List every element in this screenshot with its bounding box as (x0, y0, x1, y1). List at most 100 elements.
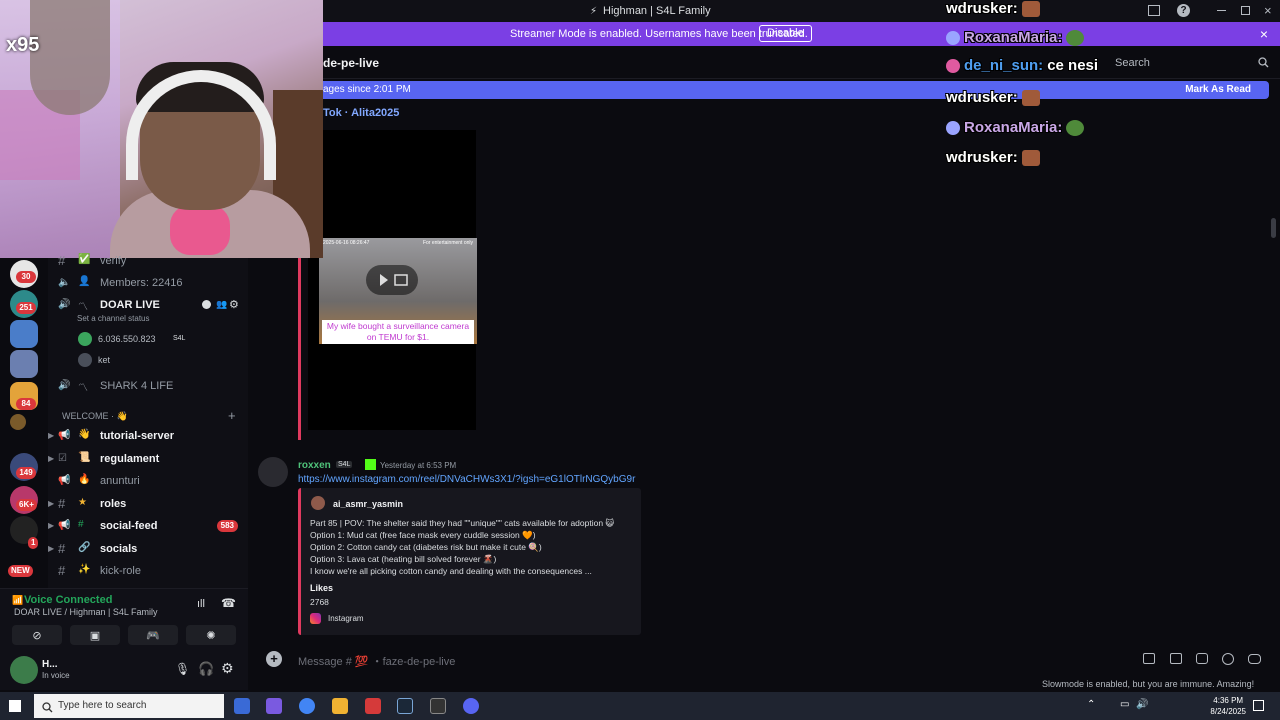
minimize-button[interactable] (1217, 10, 1226, 11)
channel-tutorial-server[interactable]: ▶ 📢 👋 tutorial-server (48, 425, 248, 447)
hash-icon: # (78, 519, 84, 530)
video-caption: My wife bought a surveillance camera on … (322, 320, 474, 344)
channel-kick-role[interactable]: # ✨ kick-role (48, 560, 248, 582)
camera-off-button[interactable]: ⊘ (12, 625, 62, 645)
taskbar-search-input[interactable]: Type here to search (34, 694, 224, 718)
mark-as-read-button[interactable]: Mark As Read (1185, 84, 1251, 95)
instagram-embed: ai_asmr_yasmin Part 85 | POV: The shelte… (298, 488, 641, 635)
channel-sidebar: # ✅ verify 🔈 👤 Members: 22416 🔊 〽 DOAR L… (48, 253, 248, 588)
scrollbar[interactable] (1271, 218, 1276, 238)
likes-value: 2768 (310, 597, 329, 607)
volume-icon[interactable]: 🔊 (1136, 699, 1148, 710)
member-avatar[interactable] (78, 332, 92, 346)
avatar[interactable] (10, 656, 38, 684)
embed-author[interactable]: ai_asmr_yasmin (333, 499, 403, 509)
shark-icon: 〽 (78, 302, 88, 313)
member-name[interactable]: ket (98, 355, 110, 365)
member-avatar[interactable] (78, 353, 92, 367)
copilot-icon[interactable] (266, 698, 282, 714)
steam-icon[interactable] (397, 698, 413, 714)
screen-share-icon: ▣ (89, 629, 101, 642)
channel-anunturi[interactable]: 📢 🔥 anunturi (48, 470, 248, 492)
chrome-icon[interactable] (299, 698, 315, 714)
message-link[interactable]: https://www.instagram.com/reel/DNVaCHWs3… (298, 474, 635, 485)
play-button[interactable] (366, 265, 418, 295)
app-icon[interactable] (365, 698, 381, 714)
emote-icon (1021, 89, 1040, 106)
member-name[interactable]: 6.036.550.823 (98, 334, 156, 344)
discord-icon[interactable] (463, 698, 479, 714)
server-icon[interactable] (10, 350, 38, 378)
voice-panel: 📶 Voice Connected DOAR LIVE / Highman | … (0, 588, 248, 650)
hash-icon: # (58, 541, 66, 556)
channel-status[interactable]: Set a channel status (77, 314, 150, 323)
screen-share-icon[interactable] (1148, 5, 1160, 16)
emoji-icon[interactable] (1222, 653, 1234, 665)
embed-author-avatar (311, 496, 325, 510)
signal-icon: 📶 (12, 595, 24, 605)
embed-line-2: Option 1: Mud cat (free face mask every … (310, 530, 536, 540)
maximize-button[interactable] (1241, 6, 1250, 15)
search-icon (42, 700, 53, 718)
screen-share-button[interactable]: ▣ (70, 625, 120, 645)
notification-icon[interactable] (1253, 700, 1264, 711)
channel-verify[interactable]: # ✅ verify (48, 250, 248, 272)
window-title: ⚡ Highman | S4L Family (590, 5, 711, 17)
channel-members: 🔈 👤 Members: 22416 (58, 276, 183, 289)
channel-socials[interactable]: ▶ # 🔗 socials (48, 538, 248, 560)
gift-icon[interactable] (1143, 653, 1155, 664)
gif-icon[interactable] (1170, 653, 1182, 664)
sticker-icon[interactable] (1196, 653, 1208, 664)
channel-regulament[interactable]: ▶ ☑ 📜 regulament (48, 448, 248, 470)
gear-icon[interactable]: ⚙ (221, 660, 234, 677)
voice-status[interactable]: Voice Connected (24, 594, 112, 606)
shark-icon: 〽 (78, 383, 88, 394)
avatar[interactable] (258, 457, 288, 487)
chat-icon[interactable] (202, 300, 211, 309)
channel-social-feed[interactable]: ▶ 📢 # social-feed 583 (48, 515, 248, 537)
task-view-icon[interactable] (234, 698, 250, 714)
server-badge: 149 (16, 467, 36, 479)
webcam-second-face (30, 0, 110, 115)
voice-channel-doar-live[interactable]: 🔊 〽 DOAR LIVE 👥 ⚙ (48, 294, 248, 316)
add-channel-icon[interactable]: + (228, 408, 236, 423)
noise-suppression-icon[interactable]: ıll (197, 598, 205, 610)
user-name[interactable]: H... (42, 659, 58, 670)
server-icon[interactable] (10, 320, 38, 348)
activity-button[interactable]: 🎮 (128, 625, 178, 645)
search-icon (1258, 57, 1269, 68)
speaker-icon: 🔊 (58, 299, 71, 310)
tiktok-author[interactable]: Tok · Alita2025 (323, 107, 399, 119)
file-explorer-icon[interactable] (332, 698, 348, 714)
new-messages-bar[interactable]: ages since 2:01 PM Mark As Read (323, 81, 1269, 99)
gear-icon[interactable]: ⚙ (229, 298, 239, 311)
voice-location[interactable]: DOAR LIVE / Highman | S4L Family (14, 607, 158, 617)
message-author[interactable]: roxxen (298, 460, 331, 471)
chevron-right-icon: ▶ (48, 499, 55, 508)
announcement-icon: 📢 (58, 475, 71, 486)
disconnect-icon[interactable]: ☎ (221, 596, 236, 610)
microphone-icon[interactable]: 🎙 (175, 662, 190, 676)
close-window-button[interactable]: × (1264, 3, 1272, 18)
help-icon[interactable]: ? (1177, 4, 1190, 17)
search-input[interactable]: Search (1107, 53, 1267, 73)
message-input[interactable]: Message # 💯 ・faze-de-pe-live (298, 653, 455, 669)
windows-start-icon[interactable] (9, 700, 21, 712)
message-roxxen: roxxen S4L Yesterday at 6:53 PM https://… (258, 455, 658, 635)
app-icon[interactable] (430, 698, 446, 714)
server-icon[interactable] (10, 414, 26, 430)
chevron-up-icon[interactable]: ⌃ (1087, 699, 1095, 710)
add-attachment-button[interactable]: + (266, 651, 282, 667)
close-banner-icon[interactable]: × (1260, 26, 1268, 42)
taskbar-clock[interactable]: 4:36 PM 8/24/2025 (1210, 695, 1246, 717)
apps-icon[interactable] (1248, 654, 1261, 664)
soundboard-button[interactable]: ✺ (186, 625, 236, 645)
embed-line-5: I know we're all picking cotton candy an… (310, 566, 592, 576)
network-icon[interactable]: ▭ (1120, 699, 1129, 710)
disable-streamer-mode-button[interactable]: Disable (759, 25, 812, 42)
voice-channel-shark-4-life[interactable]: 🔊 〽 SHARK 4 LIFE (48, 375, 248, 397)
chat-line: wdrusker: (946, 149, 1040, 166)
headphones-icon[interactable]: 🎧 (198, 661, 214, 677)
add-member-icon[interactable]: 👥 (216, 299, 227, 310)
channel-roles[interactable]: ▶ # ★ roles (48, 493, 248, 515)
